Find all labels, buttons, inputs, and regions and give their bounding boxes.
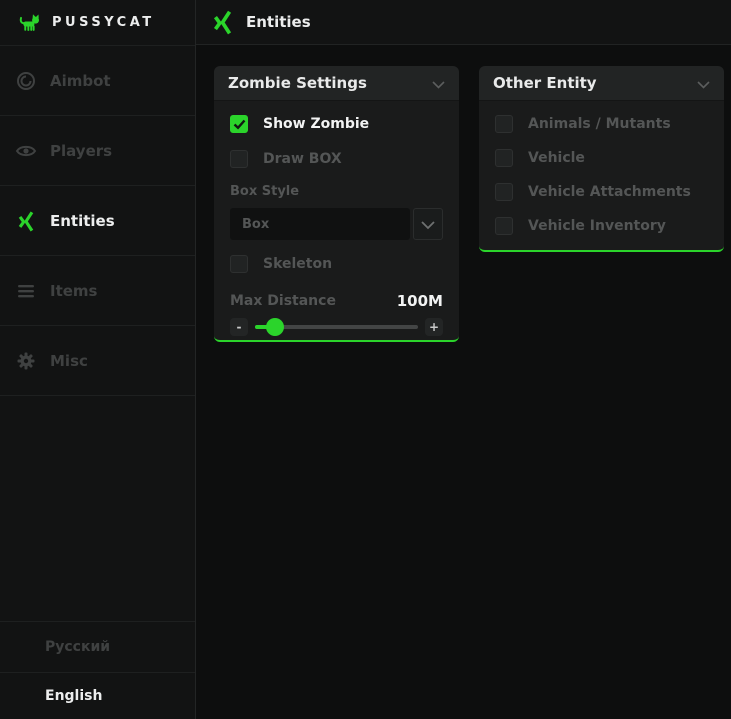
sidebar-item-aimbot[interactable]: Aimbot: [0, 46, 195, 116]
zombie-settings-body: Show Zombie Draw BOX Box Style Box Skele…: [214, 101, 459, 342]
max-distance-slider-row: - +: [230, 318, 443, 336]
sidebar-item-label: Items: [50, 282, 97, 300]
max-distance-value: 100M: [397, 292, 443, 310]
vehicle-checkbox[interactable]: [495, 149, 513, 167]
sidebar-item-misc[interactable]: Misc: [0, 326, 195, 396]
vehicle-row: Vehicle: [495, 149, 708, 167]
animals-mutants-label: Animals / Mutants: [528, 116, 671, 132]
other-entity-body: Animals / Mutants Vehicle Vehicle Attach…: [479, 101, 724, 252]
skeleton-row: Skeleton: [230, 255, 443, 273]
panel-title: Other Entity: [493, 74, 597, 92]
vehicle-label: Vehicle: [528, 150, 585, 166]
show-zombie-label: Show Zombie: [263, 116, 369, 132]
sidebar-item-label: Entities: [50, 212, 115, 230]
cat-logo-icon: [18, 11, 41, 34]
gear-icon: [15, 350, 37, 372]
language-russian[interactable]: Русский: [0, 621, 195, 672]
vehicle-attachments-label: Vehicle Attachments: [528, 184, 691, 200]
other-entity-header[interactable]: Other Entity: [479, 66, 724, 101]
box-style-select-button[interactable]: [413, 208, 443, 240]
zombie-settings-header[interactable]: Zombie Settings: [214, 66, 459, 101]
panel-title: Zombie Settings: [228, 74, 367, 92]
brand-name: PUSSYCAT: [52, 15, 155, 30]
sidebar-item-label: Misc: [50, 352, 88, 370]
draw-box-row: Draw BOX: [230, 150, 443, 168]
language-switcher: Русский English: [0, 621, 195, 719]
sidebar-item-players[interactable]: Players: [0, 116, 195, 186]
vehicle-attachments-row: Vehicle Attachments: [495, 183, 708, 201]
box-style-label: Box Style: [230, 184, 443, 199]
chevron-down-icon: [421, 215, 435, 234]
sidebar-item-label: Players: [50, 142, 112, 160]
sidebar-item-items[interactable]: Items: [0, 256, 195, 326]
vehicle-inventory-label: Vehicle Inventory: [528, 218, 666, 234]
max-distance-decrease-button[interactable]: -: [230, 318, 248, 336]
draw-box-checkbox[interactable]: [230, 150, 248, 168]
sidebar-nav: Aimbot Players Entities: [0, 46, 195, 396]
menu-icon: [15, 280, 37, 302]
chevron-down-icon[interactable]: [697, 74, 710, 93]
max-distance-header: Max Distance 100M: [230, 292, 443, 310]
page-title: Entities: [246, 13, 311, 31]
skeleton-label: Skeleton: [263, 256, 332, 272]
draw-box-label: Draw BOX: [263, 151, 342, 167]
sidebar-item-entities[interactable]: Entities: [0, 186, 195, 256]
max-distance-slider[interactable]: [255, 318, 418, 336]
skeleton-checkbox[interactable]: [230, 255, 248, 273]
max-distance-increase-button[interactable]: +: [425, 318, 443, 336]
max-distance-label: Max Distance: [230, 293, 336, 309]
max-distance-thumb[interactable]: [266, 318, 284, 336]
show-zombie-checkbox[interactable]: [230, 115, 248, 133]
sidebar-item-label: Aimbot: [50, 72, 111, 90]
x-logo-icon: [15, 210, 37, 232]
show-zombie-row: Show Zombie: [230, 115, 443, 133]
other-entity-panel: Other Entity Animals / Mutants Vehicle V…: [479, 66, 724, 252]
zombie-settings-panel: Zombie Settings Show Zombie Draw BOX Box…: [214, 66, 459, 342]
chevron-down-icon[interactable]: [432, 74, 445, 93]
vehicle-inventory-row: Vehicle Inventory: [495, 217, 708, 235]
x-logo-icon: [210, 9, 235, 35]
vehicle-attachments-checkbox[interactable]: [495, 183, 513, 201]
topbar: Entities: [196, 0, 731, 45]
vehicle-inventory-checkbox[interactable]: [495, 217, 513, 235]
box-style-select[interactable]: Box: [230, 208, 410, 240]
language-english[interactable]: English: [0, 672, 195, 719]
sidebar: PUSSYCAT Aimbot Players: [0, 0, 196, 719]
eye-icon: [15, 140, 37, 162]
animals-mutants-row: Animals / Mutants: [495, 115, 708, 133]
animals-mutants-checkbox[interactable]: [495, 115, 513, 133]
box-style-select-row: Box: [230, 208, 443, 240]
brand: PUSSYCAT: [0, 0, 195, 46]
crosshair-icon: [15, 70, 37, 92]
